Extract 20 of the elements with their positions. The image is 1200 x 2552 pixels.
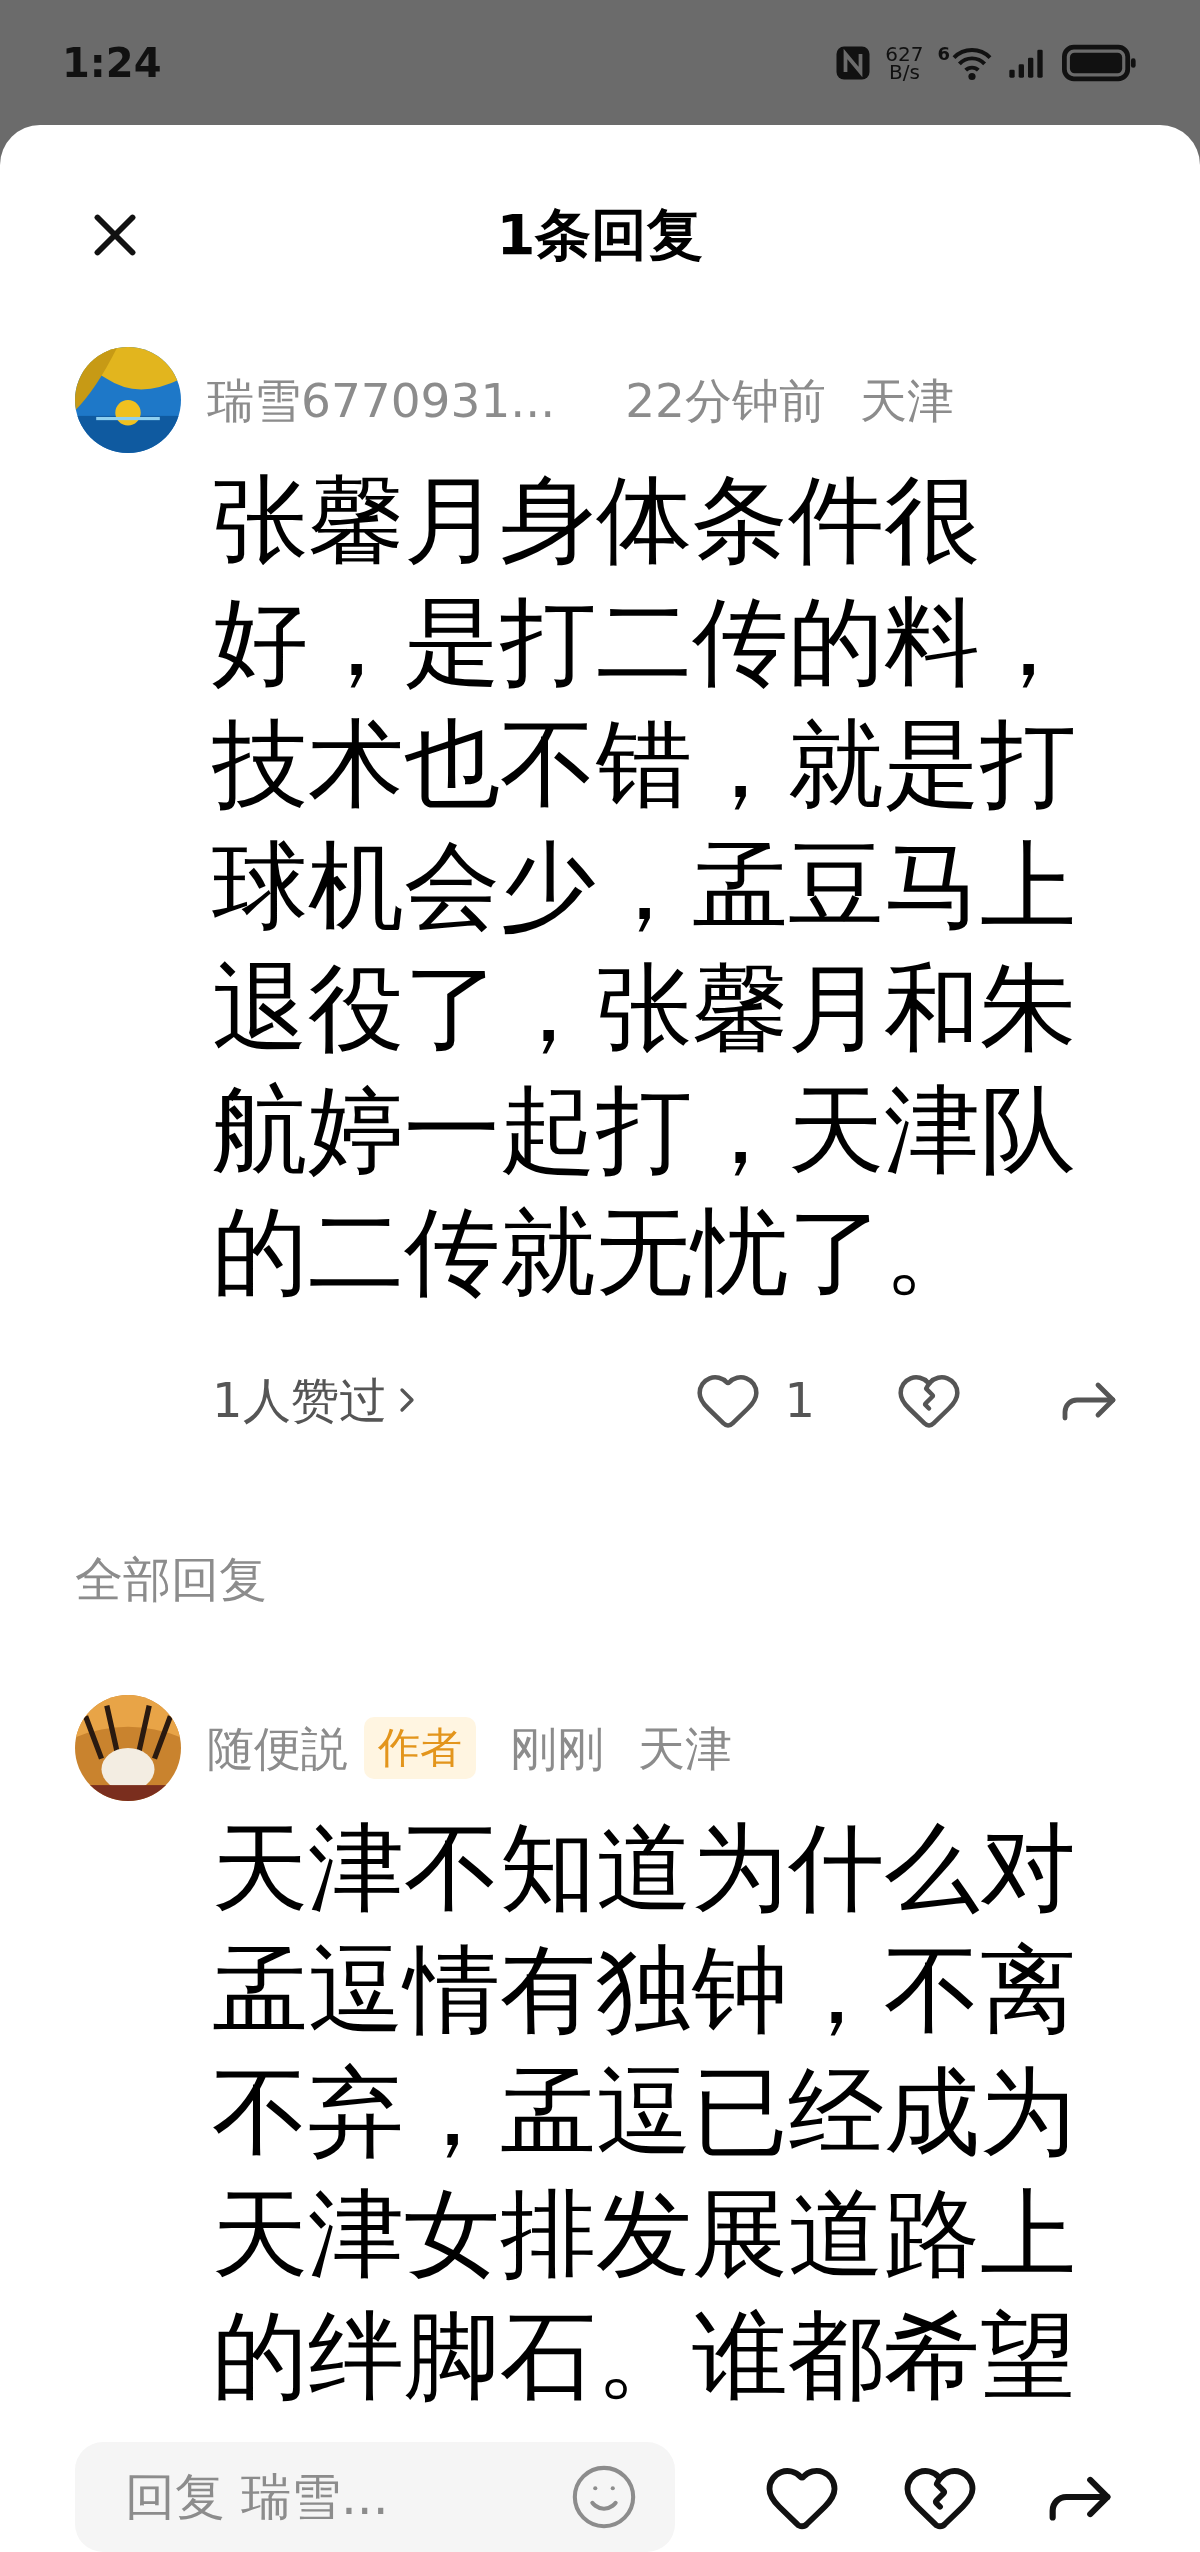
username[interactable]: 随便説 (207, 1724, 348, 1772)
like-button[interactable]: 1 (694, 1364, 815, 1436)
wifi-label: 6 (937, 44, 950, 63)
timestamp: 刚刚 (510, 1724, 604, 1772)
network-speed-unit: B/s (888, 62, 920, 81)
page-title: 1条回复 (496, 201, 704, 269)
timestamp: 22分钟前 (625, 376, 826, 424)
location: 天津 (859, 376, 954, 424)
comment-text: 天津不知道为什么对孟逗情有独钟，不离不弃，孟逗已经成为天津女排发展道路上的绊脚石。谁都希望 (212, 1811, 1077, 2414)
likes-summary-link[interactable]: 1人赞过 (212, 1364, 427, 1436)
network-speed: 627 (885, 44, 924, 63)
comment-text: 张馨月身体条件很好，是打二传的料，技术也不错，就是打球机会少，孟豆马上退役了，张馨月和朱航婷一起打，天津队的二传就无忧了。 (212, 463, 1077, 1310)
section-heading: 全部回复 (75, 1555, 268, 1603)
username[interactable]: 瑞雪6770931... (207, 376, 556, 424)
reply-input[interactable]: 回复 瑞雪... (75, 2442, 675, 2552)
location: 天津 (638, 1724, 732, 1772)
author-badge: 作者 (364, 1717, 476, 1779)
nfc-icon (835, 44, 872, 81)
clock: 1:24 (62, 38, 162, 88)
battery-icon (1062, 43, 1138, 82)
